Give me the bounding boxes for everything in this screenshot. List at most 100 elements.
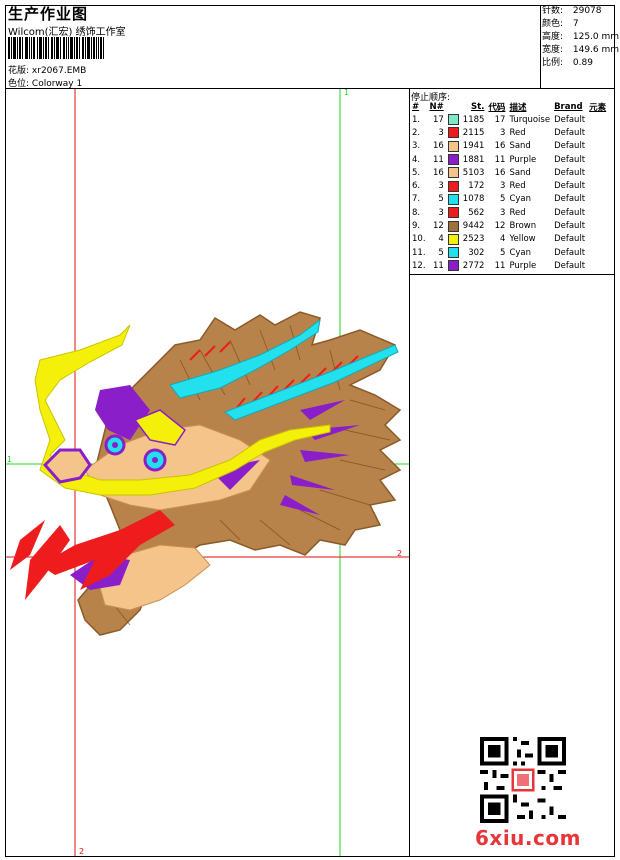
row-code: 11 (494, 154, 506, 165)
row-stitches: 1881 (462, 154, 485, 165)
colorway-label: 色位: (8, 79, 30, 89)
row-brand: Default (554, 207, 586, 218)
row-stitches: 2772 (462, 260, 485, 271)
table-row: 11. 5 302 5 Cyan Default (410, 246, 608, 259)
row-desc: Turquoise (509, 114, 551, 125)
stat-colors: 颜色: 7 (542, 19, 579, 29)
row-desc: Sand (509, 141, 531, 152)
guide-label-top: 1 (344, 88, 350, 97)
table-row: 3. 16 1941 16 Sand Default (410, 140, 608, 153)
guide-label-left: 1 (7, 455, 13, 464)
stats-box: 针数: 29078 颜色: 7 高度: 125.0 mm 宽度: 149.6 m… (542, 5, 619, 70)
row-stitches: 172 (468, 181, 485, 192)
stats-divider (540, 5, 541, 88)
design-value: xr2067.EMB (31, 66, 87, 76)
row-code: 5 (500, 247, 506, 258)
row-brand: Default (554, 247, 586, 258)
row-brand: Default (554, 194, 586, 205)
row-needle: 3 (438, 127, 444, 138)
qr-code-icon (480, 737, 566, 823)
row-needle: 16 (432, 167, 444, 178)
col-brand: Brand (554, 102, 583, 112)
row-swatch (446, 233, 461, 246)
table-row: 2. 3 2115 3 Red Default (410, 126, 608, 139)
row-needle: 3 (438, 181, 444, 192)
row-index: 8. (412, 207, 421, 218)
row-swatch (446, 126, 461, 139)
table-row: 7. 5 1078 5 Cyan Default (410, 193, 608, 206)
table-row: 12. 11 2772 11 Purple Default (410, 259, 608, 272)
row-index: 1. (412, 114, 421, 125)
row-index: 11. (412, 247, 426, 258)
guide-label-bottom: 2 (79, 847, 85, 856)
table-row: 9. 12 9442 12 Brown Default (410, 219, 608, 232)
row-brand: Default (554, 141, 586, 152)
row-brand: Default (554, 167, 586, 178)
row-desc: Brown (509, 221, 537, 232)
design-label: 花版: (8, 66, 30, 76)
color-swatch (447, 233, 459, 245)
row-needle: 3 (438, 207, 444, 218)
row-code: 5 (500, 194, 506, 205)
color-swatch (447, 220, 459, 232)
row-code: 17 (494, 114, 506, 125)
col-code: 代码 (488, 103, 506, 113)
row-desc: Purple (509, 260, 537, 271)
row-element (587, 246, 608, 259)
row-desc: Cyan (509, 247, 531, 258)
row-index: 12. (412, 260, 426, 271)
row-swatch (446, 259, 461, 272)
row-brand: Default (554, 154, 586, 165)
table-bottom-line (409, 274, 615, 275)
row-stitches: 5103 (462, 167, 485, 178)
table-row: 8. 3 562 3 Red Default (410, 206, 608, 219)
row-index: 7. (412, 194, 421, 205)
stat-stitches: 针数: 29078 (542, 6, 602, 16)
row-brand: Default (554, 260, 586, 271)
row-code: 4 (500, 234, 506, 245)
row-element (587, 166, 608, 179)
guide-label-right: 2 (397, 549, 403, 558)
table-row: 1. 17 1185 17 Turquoise Default (410, 113, 608, 126)
row-swatch (446, 113, 461, 126)
colorway-row: 色位: Colorway 1 (8, 76, 82, 89)
row-brand: Default (554, 114, 586, 125)
colorway-value: Colorway 1 (31, 79, 83, 89)
row-index: 9. (412, 221, 421, 232)
row-stitches: 1078 (462, 194, 485, 205)
color-swatch (447, 247, 459, 259)
design-file-row: 花版: xr2067.EMB (8, 63, 86, 76)
row-element (587, 193, 608, 206)
row-stitches: 2523 (462, 234, 485, 245)
row-brand: Default (554, 127, 586, 138)
row-swatch (446, 140, 461, 153)
row-swatch (446, 153, 461, 166)
row-swatch (446, 246, 461, 259)
barcode (8, 37, 104, 59)
row-desc: Red (509, 181, 526, 192)
color-swatch (447, 127, 459, 139)
row-element (587, 233, 608, 246)
color-swatch (447, 140, 459, 152)
table-header-row: # N# St. 代码 描述 Brand 元素 (410, 101, 608, 113)
row-element (587, 113, 608, 126)
col-stitches: St. (471, 102, 485, 112)
color-swatch (447, 207, 459, 219)
stop-sequence-table: # N# St. 代码 描述 Brand 元素 1. 17 1185 17 Turquo… (410, 101, 608, 273)
row-index: 2. (412, 127, 421, 138)
row-swatch (446, 166, 461, 179)
row-element (587, 140, 608, 153)
row-desc: Cyan (509, 194, 531, 205)
row-needle: 12 (432, 221, 444, 232)
color-swatch (447, 260, 459, 272)
row-stitches: 1185 (462, 114, 485, 125)
row-needle: 17 (432, 114, 444, 125)
row-brand: Default (554, 181, 586, 192)
row-index: 10. (412, 234, 426, 245)
row-code: 11 (494, 260, 506, 271)
page-title: 生产作业图 (8, 5, 89, 23)
color-swatch (447, 167, 459, 179)
row-stitches: 562 (468, 207, 485, 218)
row-element (587, 179, 608, 192)
row-brand: Default (554, 234, 586, 245)
